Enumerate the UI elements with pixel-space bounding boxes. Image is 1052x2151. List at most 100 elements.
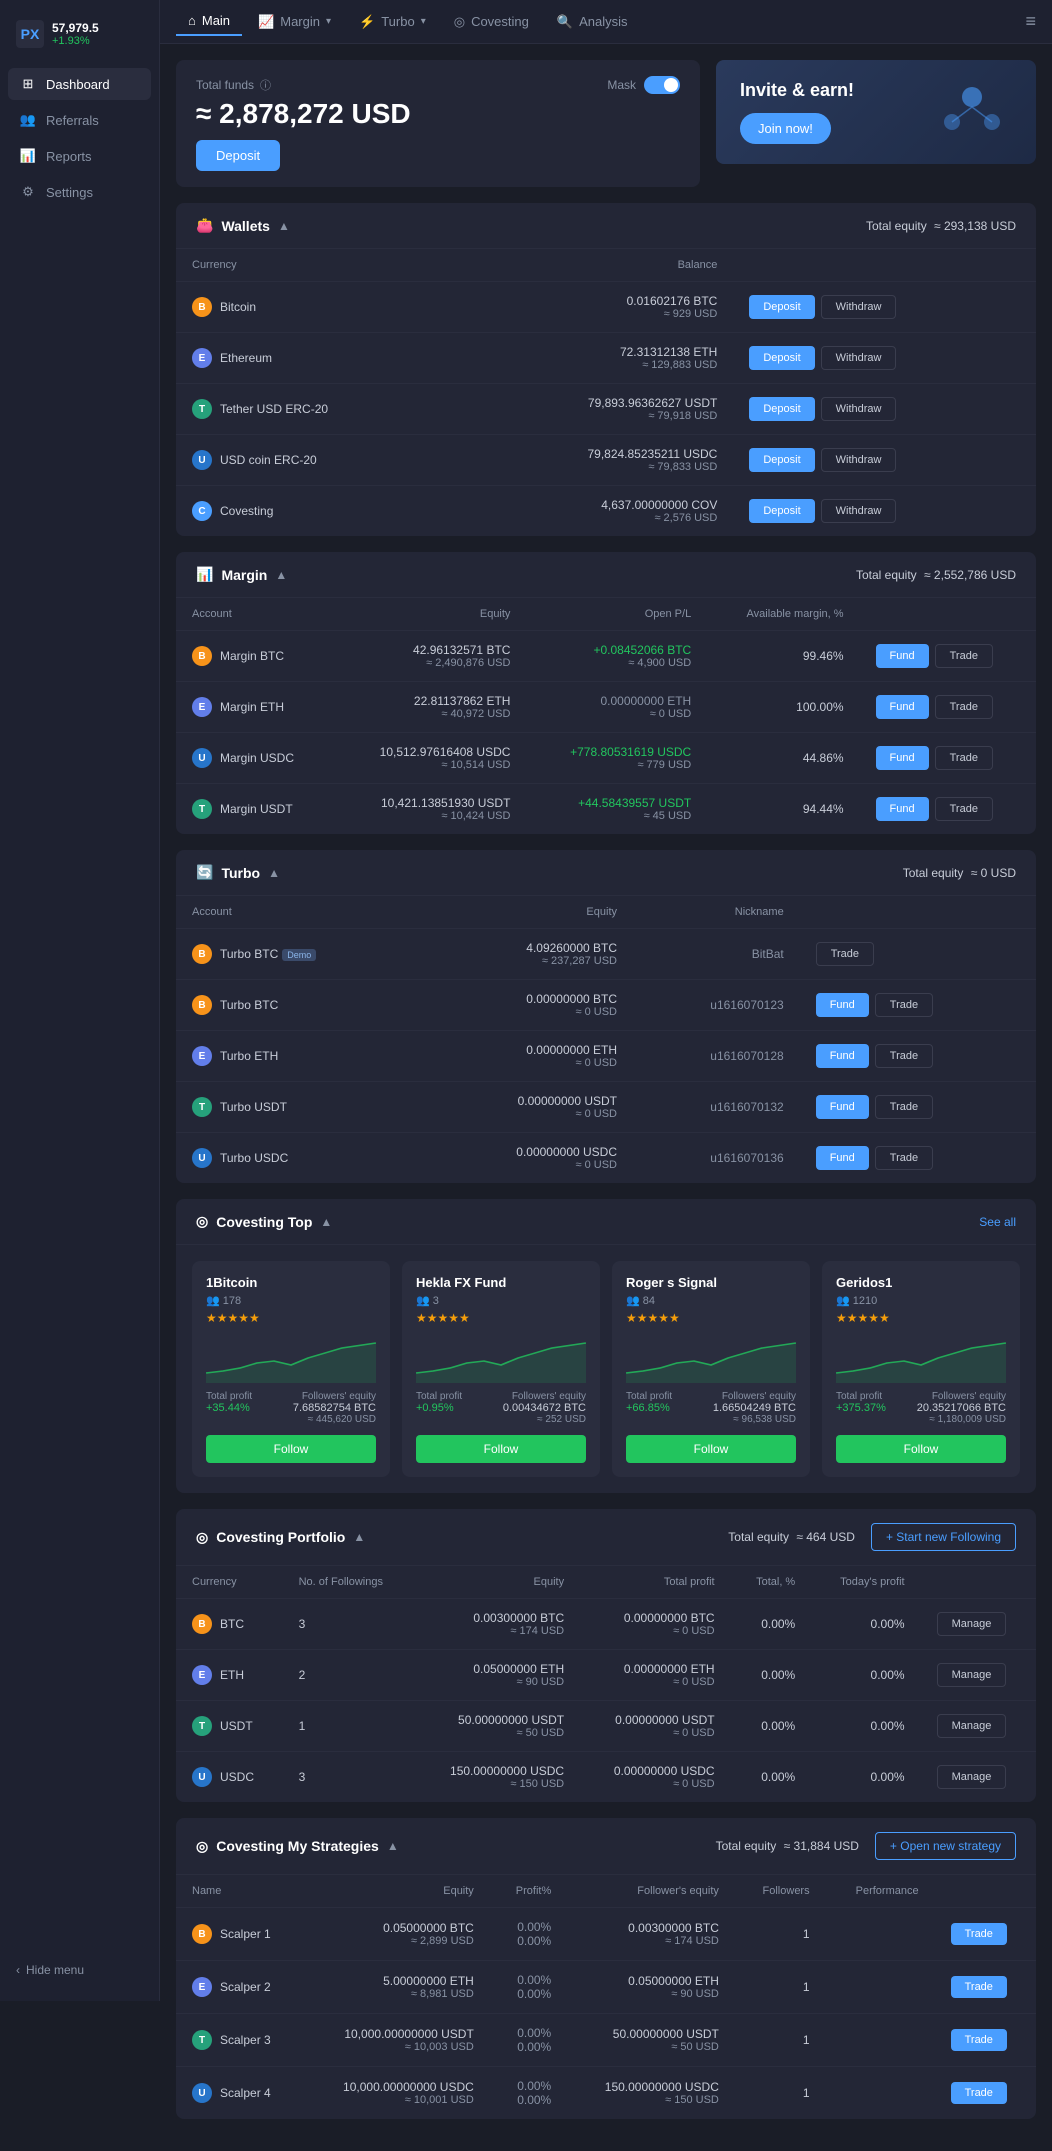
manage-button[interactable]: Manage bbox=[937, 1663, 1007, 1687]
follow-button[interactable]: Follow bbox=[626, 1435, 796, 1463]
equity-main: 0.00000000 ETH bbox=[439, 1043, 617, 1057]
deposit-button[interactable]: Deposit bbox=[196, 140, 280, 171]
fund-button[interactable]: Fund bbox=[876, 644, 929, 668]
trade-button[interactable]: Trade bbox=[935, 695, 993, 719]
trade-button[interactable]: Trade bbox=[875, 993, 933, 1017]
strategies-equity: Total equity ≈ 31,884 USD bbox=[716, 1839, 859, 1853]
account-name: Turbo ETH bbox=[220, 1049, 278, 1063]
follow-button[interactable]: Follow bbox=[416, 1435, 586, 1463]
fund-button[interactable]: Fund bbox=[816, 1146, 869, 1170]
equity-main: 0.00000000 USDT bbox=[439, 1094, 617, 1108]
trade-button[interactable]: Trade bbox=[875, 1044, 933, 1068]
trade-button[interactable]: Trade bbox=[935, 797, 993, 821]
sidebar-bottom: ‹ Hide menu bbox=[0, 1951, 159, 1989]
account-name: Turbo BTCDemo bbox=[220, 947, 316, 961]
nickname: u1616070132 bbox=[710, 1100, 783, 1114]
tab-margin[interactable]: 📈 Margin ▾ bbox=[246, 8, 343, 36]
deposit-button[interactable]: Deposit bbox=[749, 397, 814, 421]
fund-button[interactable]: Fund bbox=[876, 746, 929, 770]
equity-main: 50.00000000 USDT bbox=[431, 1713, 565, 1727]
table-row: E ETH 2 0.05000000 ETH ≈ 90 USD 0.000000… bbox=[176, 1650, 1036, 1701]
deposit-button[interactable]: Deposit bbox=[749, 346, 814, 370]
col-performance: Performance bbox=[826, 1875, 935, 1908]
trade-button[interactable]: Trade bbox=[935, 644, 993, 668]
profit-usd: ≈ 0 USD bbox=[596, 1778, 714, 1790]
trade-button[interactable]: Trade bbox=[816, 942, 874, 966]
fund-button[interactable]: Fund bbox=[816, 993, 869, 1017]
table-row: U Margin USDC 10,512.97616408 USDC ≈ 10,… bbox=[176, 733, 1036, 784]
today-profit: 0.00% bbox=[811, 1650, 920, 1701]
start-following-button[interactable]: + Start new Following bbox=[871, 1523, 1016, 1551]
currency-name: Bitcoin bbox=[220, 300, 256, 314]
trade-button[interactable]: Trade bbox=[935, 746, 993, 770]
followers-equity-usd: ≈ 50 USD bbox=[583, 2041, 719, 2053]
strategy-name: Scalper 1 bbox=[220, 1927, 271, 1941]
sidebar-item-reports[interactable]: 📊 Reports bbox=[8, 140, 151, 172]
currency-name: ETH bbox=[220, 1668, 244, 1682]
deposit-button[interactable]: Deposit bbox=[749, 448, 814, 472]
sidebar-item-referrals[interactable]: 👥 Referrals bbox=[8, 104, 151, 136]
trade-button[interactable]: Trade bbox=[951, 2082, 1007, 2104]
manage-button[interactable]: Manage bbox=[937, 1765, 1007, 1789]
manage-button[interactable]: Manage bbox=[937, 1714, 1007, 1738]
margin-equity: Total equity ≈ 2,552,786 USD bbox=[856, 568, 1016, 582]
follow-button[interactable]: Follow bbox=[836, 1435, 1006, 1463]
trade-button[interactable]: Trade bbox=[951, 2029, 1007, 2051]
sidebar-item-label: Reports bbox=[46, 149, 92, 164]
hide-menu-button[interactable]: ‹ Hide menu bbox=[16, 1963, 143, 1977]
wallets-title: 👛 Wallets ▲ bbox=[196, 217, 290, 234]
followers-equity-usd: ≈ 96,538 USD bbox=[713, 1414, 796, 1425]
fund-button[interactable]: Fund bbox=[876, 797, 929, 821]
currency-name: Ethereum bbox=[220, 351, 272, 365]
trade-button[interactable]: Trade bbox=[951, 1976, 1007, 1998]
deposit-button[interactable]: Deposit bbox=[749, 295, 814, 319]
deposit-button[interactable]: Deposit bbox=[749, 499, 814, 523]
withdraw-button[interactable]: Withdraw bbox=[821, 448, 897, 472]
sidebar-item-dashboard[interactable]: ⊞ Dashboard bbox=[8, 68, 151, 100]
fund-button[interactable]: Fund bbox=[816, 1044, 869, 1068]
followers-equity-main: 0.00434672 BTC bbox=[503, 1402, 586, 1414]
mask-label: Mask bbox=[607, 78, 636, 92]
invite-content: Invite & earn! Join now! bbox=[740, 80, 854, 144]
sidebar-item-settings[interactable]: ⚙ Settings bbox=[8, 176, 151, 208]
btc-price: 57,979.5 bbox=[52, 21, 99, 35]
see-all-link[interactable]: See all bbox=[979, 1215, 1016, 1229]
withdraw-button[interactable]: Withdraw bbox=[821, 397, 897, 421]
turbo-header: 🔄 Turbo ▲ Total equity ≈ 0 USD bbox=[176, 850, 1036, 896]
tab-main-label: Main bbox=[202, 13, 230, 28]
trade-button[interactable]: Trade bbox=[875, 1095, 933, 1119]
col-currency: Currency bbox=[176, 249, 460, 282]
withdraw-button[interactable]: Withdraw bbox=[821, 346, 897, 370]
balance-main: 4,637.00000000 COV bbox=[476, 498, 717, 512]
mask-toggle[interactable] bbox=[644, 76, 680, 94]
fund-button[interactable]: Fund bbox=[816, 1095, 869, 1119]
equity-main: 4.09260000 BTC bbox=[439, 941, 617, 955]
tab-covesting[interactable]: ◎ Covesting bbox=[442, 8, 541, 36]
join-now-button[interactable]: Join now! bbox=[740, 113, 831, 144]
trade-button[interactable]: Trade bbox=[951, 1923, 1007, 1945]
tab-turbo[interactable]: ⚡ Turbo ▾ bbox=[347, 8, 438, 36]
sidebar-item-label: Settings bbox=[46, 185, 93, 200]
follow-button[interactable]: Follow bbox=[206, 1435, 376, 1463]
equity-main: 5.00000000 ETH bbox=[319, 1974, 474, 1988]
col-account: Account bbox=[176, 896, 423, 929]
withdraw-button[interactable]: Withdraw bbox=[821, 499, 897, 523]
invite-graphic bbox=[932, 82, 1012, 142]
trade-button[interactable]: Trade bbox=[875, 1146, 933, 1170]
sidebar-nav: ⊞ Dashboard 👥 Referrals 📊 Reports ⚙ Sett… bbox=[0, 68, 159, 1951]
tab-main[interactable]: ⌂ Main bbox=[176, 7, 242, 36]
profit-pct1: 0.00% bbox=[506, 1920, 551, 1934]
coin-icon-btc: B bbox=[192, 1924, 212, 1944]
hamburger-menu[interactable]: ≡ bbox=[1025, 11, 1036, 32]
col-followers: Followers bbox=[735, 1875, 826, 1908]
tab-analysis[interactable]: 🔍 Analysis bbox=[545, 8, 640, 36]
covesting-strategies-title: ◎ Covesting My Strategies ▲ bbox=[196, 1838, 399, 1855]
open-strategy-button[interactable]: + Open new strategy bbox=[875, 1832, 1016, 1860]
fund-button[interactable]: Fund bbox=[876, 695, 929, 719]
profit-pct1: 0.00% bbox=[506, 2026, 551, 2040]
table-row: B Scalper 1 0.05000000 BTC ≈ 2,899 USD 0… bbox=[176, 1908, 1036, 1961]
col-followers-equity: Follower's equity bbox=[567, 1875, 735, 1908]
manage-button[interactable]: Manage bbox=[937, 1612, 1007, 1636]
sidebar-item-label: Dashboard bbox=[46, 77, 110, 92]
withdraw-button[interactable]: Withdraw bbox=[821, 295, 897, 319]
